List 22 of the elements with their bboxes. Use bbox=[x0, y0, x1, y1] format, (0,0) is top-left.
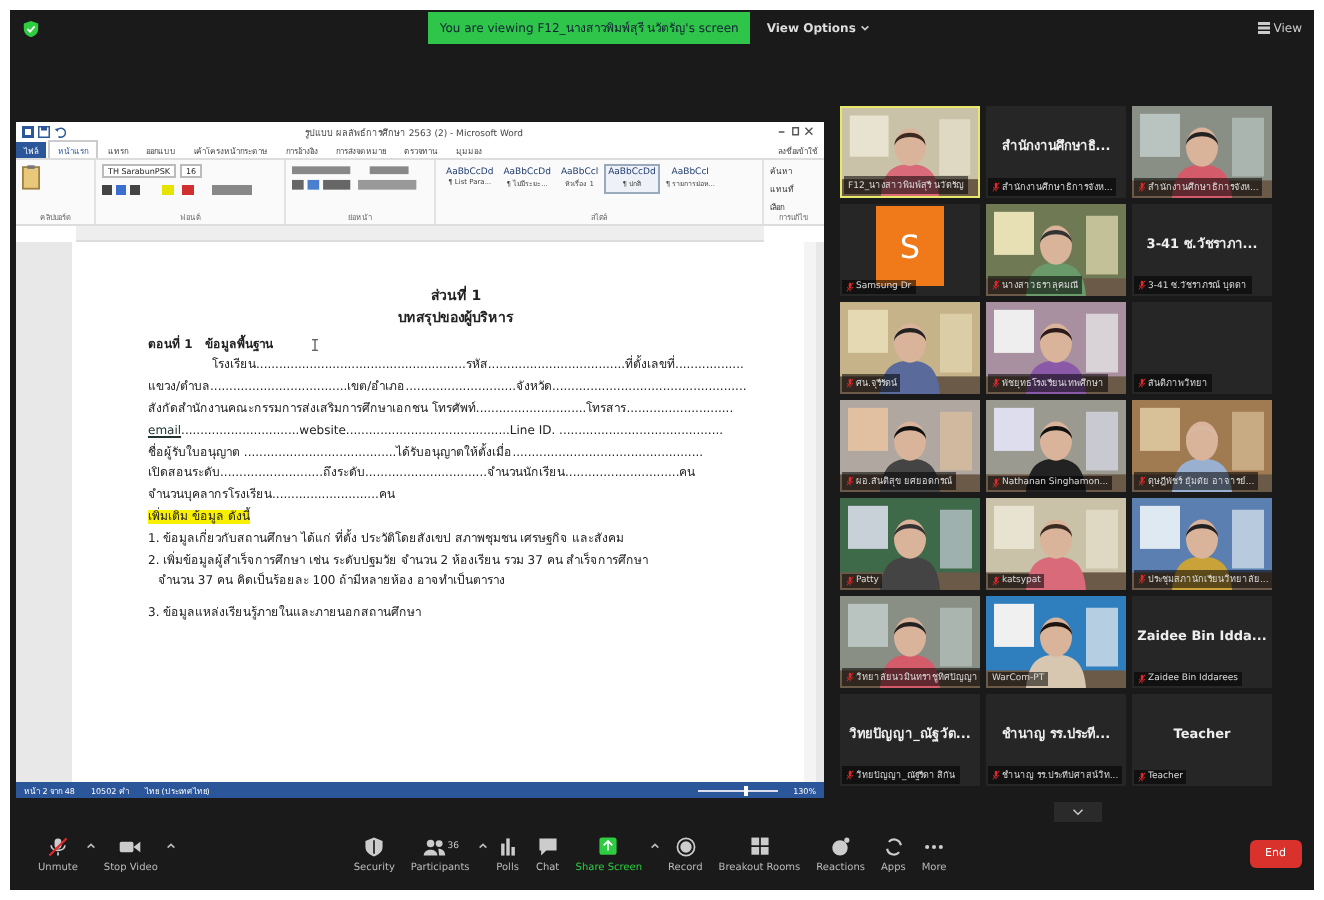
people-icon bbox=[421, 835, 446, 857]
text-cursor-icon bbox=[312, 338, 319, 353]
bar-chart-icon bbox=[495, 835, 520, 857]
caret-icon[interactable] bbox=[165, 841, 176, 849]
chevron-down-icon bbox=[1072, 808, 1084, 816]
caret-icon bbox=[859, 24, 870, 32]
caret-icon[interactable] bbox=[477, 841, 488, 849]
undo-icon[interactable] bbox=[54, 126, 66, 138]
grid-icon bbox=[747, 835, 772, 857]
muted-mic-icon bbox=[45, 835, 70, 857]
chat-bubble-icon bbox=[535, 835, 560, 857]
shield-icon[interactable] bbox=[22, 19, 40, 37]
save-icon[interactable] bbox=[38, 126, 50, 138]
caret-icon[interactable] bbox=[85, 841, 96, 849]
caret-icon[interactable] bbox=[650, 841, 661, 849]
paste-icon[interactable] bbox=[22, 164, 40, 190]
apps-icon bbox=[881, 835, 906, 857]
record-icon bbox=[673, 835, 698, 857]
share-screen-icon bbox=[596, 835, 621, 857]
menu-icon bbox=[1257, 22, 1270, 34]
scrollbar[interactable] bbox=[804, 242, 816, 782]
shield-icon bbox=[362, 835, 387, 857]
